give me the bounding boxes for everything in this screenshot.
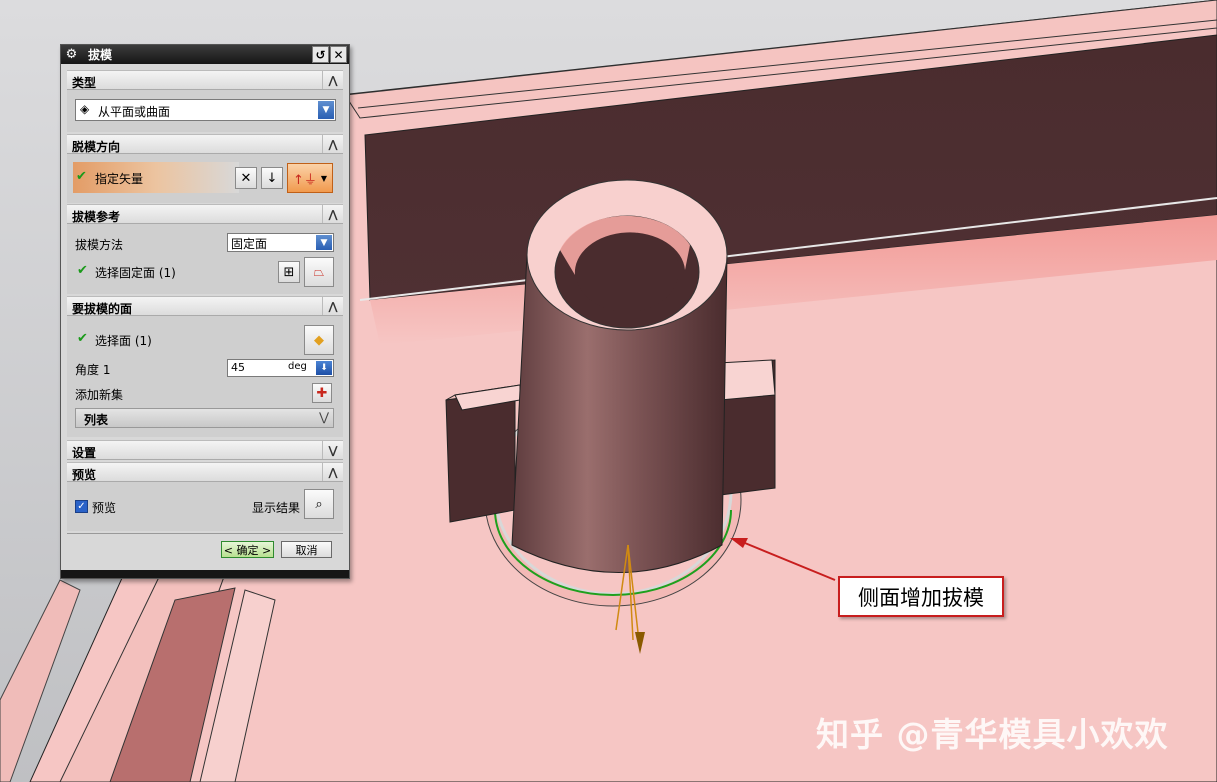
section-type-label: 类型 (72, 76, 97, 90)
section-type-body: ◈ 从平面或曲面 ▼ (67, 90, 343, 132)
chevron-down-icon[interactable]: ⋁ (322, 441, 343, 459)
check-icon: ✔ (77, 263, 88, 278)
divider (67, 533, 343, 534)
method-select[interactable]: 固定面 ▼ (227, 233, 334, 252)
chevron-down-icon[interactable]: ▼ (318, 101, 334, 119)
section-direction-header[interactable]: 脱模方向 ⋀ (67, 134, 343, 154)
chevron-up-icon[interactable]: ⋀ (322, 205, 343, 223)
dialog-footer (61, 570, 349, 578)
add-set-icon[interactable]: ✚ (312, 383, 332, 403)
method-select-value: 固定面 (231, 237, 268, 251)
vector-type-dropdown[interactable]: ↑⏚ ▼ (287, 163, 333, 193)
check-icon: ✔ (76, 169, 87, 184)
list-toggle[interactable]: 列表 ⋁ (75, 408, 334, 428)
annotation-callout: 侧面增加拔模 (838, 576, 1004, 617)
section-faces-label: 要拔模的面 (72, 302, 133, 316)
show-result-label: 显示结果 (252, 501, 301, 515)
section-preview-body: ✓ 预览 显示结果 ⌕ (67, 482, 343, 531)
preview-checkbox[interactable]: ✓ (75, 500, 88, 513)
section-direction-label: 脱模方向 (72, 140, 121, 154)
section-preview-header[interactable]: 预览 ⋀ (67, 462, 343, 482)
chevron-up-icon[interactable]: ⋀ (322, 463, 343, 481)
chevron-down-icon[interactable]: ⋁ (319, 410, 329, 424)
watermark: 知乎 @青华模具小欢欢 (816, 715, 1169, 754)
section-faces-header[interactable]: 要拔模的面 ⋀ (67, 296, 343, 316)
dialog-titlebar: ⚙ 拔模 ↺ ✕ (61, 45, 349, 64)
section-reference-label: 拔模参考 (72, 210, 121, 224)
gear-icon[interactable]: ⚙ (63, 46, 80, 63)
ok-button[interactable]: < 确定 > (221, 541, 274, 558)
face-select-icon[interactable]: ◆ (304, 325, 334, 355)
method-label: 拔模方法 (75, 238, 124, 252)
section-settings-label: 设置 (72, 446, 97, 460)
magnifier-icon[interactable]: ⌕ (304, 489, 334, 519)
section-direction-body: ✔ 指定矢量 ✕ ↓ ↑⏚ ▼ (67, 154, 343, 203)
select-face[interactable]: 选择面 (1) (95, 332, 152, 349)
section-reference-header[interactable]: 拔模参考 ⋀ (67, 204, 343, 224)
reverse-direction-icon[interactable]: ✕ (235, 167, 257, 189)
chevron-up-icon[interactable]: ⋀ (322, 71, 343, 89)
chevron-down-icon[interactable]: ▼ (321, 174, 327, 183)
section-type-header[interactable]: 类型 ⋀ (67, 70, 343, 90)
section-faces-body: ✔ 选择面 (1) ◆ 角度 1 45 deg ⬇ 添加新集 ✚ 列表 ⋁ (67, 316, 343, 437)
angle-value: 45 (231, 361, 245, 374)
list-label: 列表 (84, 413, 109, 427)
vector-dialog-icon[interactable]: ↓ (261, 167, 283, 189)
z-axis-icon: ↑⏚ (292, 172, 317, 188)
check-icon: ✔ (77, 331, 88, 346)
dialog-title: 拔模 (88, 48, 113, 62)
angle-label: 角度 1 (75, 363, 111, 377)
chevron-up-icon[interactable]: ⋀ (322, 135, 343, 153)
specify-vector-row[interactable]: ✔ 指定矢量 (73, 162, 239, 193)
angle-input[interactable]: 45 deg ⬇ (227, 359, 334, 377)
arrow-down-icon[interactable]: ⬇ (316, 361, 332, 375)
section-preview-label: 预览 (72, 468, 97, 482)
specify-vector-label: 指定矢量 (95, 172, 144, 186)
plane-dialog-icon[interactable]: ⊞ (278, 261, 300, 283)
add-set-label: 添加新集 (75, 388, 124, 402)
section-settings-header[interactable]: 设置 ⋁ (67, 440, 343, 460)
reset-icon[interactable]: ↺ (312, 46, 329, 63)
close-icon[interactable]: ✕ (330, 46, 347, 63)
chevron-up-icon[interactable]: ⋀ (322, 297, 343, 315)
select-fixed-face[interactable]: 选择固定面 (1) (95, 264, 176, 281)
cancel-button[interactable]: 取消 (281, 541, 332, 558)
angle-unit: deg (288, 361, 307, 372)
section-reference-body: 拔模方法 固定面 ▼ ✔ 选择固定面 (1) ⊞ ⏢ (67, 224, 343, 294)
type-select[interactable]: ◈ 从平面或曲面 ▼ (75, 99, 336, 121)
chevron-down-icon[interactable]: ▼ (316, 235, 332, 250)
type-select-value: 从平面或曲面 (98, 105, 171, 119)
preview-checkbox-label: 预览 (92, 501, 117, 515)
draft-dialog: ⚙ 拔模 ↺ ✕ 类型 ⋀ ◈ 从平面或曲面 ▼ 脱模方向 ⋀ ✔ 指定矢量 ✕… (60, 44, 350, 579)
draft-type-icon: ◈ (80, 102, 90, 116)
fixed-face-icon[interactable]: ⏢ (304, 257, 334, 287)
